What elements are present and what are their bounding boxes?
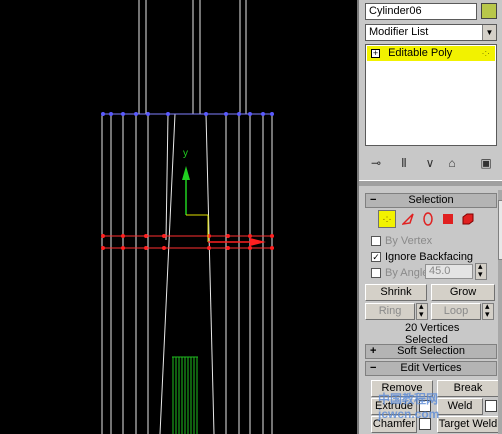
chamfer-settings-icon[interactable] [419,418,431,430]
expand-icon: + [370,345,377,357]
green-mesh [172,356,198,434]
wireframe-scene [101,0,274,434]
border-mode-button[interactable] [419,210,437,228]
loop-button[interactable]: Loop [431,303,481,320]
stack-toolbar: ⊸ Ⅱ ∨ ⌂ ▣ [365,154,497,172]
checkbox-box [371,236,381,247]
divider [359,180,502,186]
checkmark-icon: ✓ [371,252,381,263]
show-end-result-icon[interactable]: Ⅱ [395,154,413,172]
angle-spinner[interactable] [475,261,487,280]
selection-rollout-header[interactable]: − Selection [365,193,497,208]
extrude-button[interactable]: Extrude [371,398,417,415]
move-gizmo [182,166,266,246]
viewport[interactable]: y [0,0,357,434]
remove-button[interactable]: Remove [371,380,433,397]
chamfer-button[interactable]: Chamfer [371,416,417,433]
polygon-mode-button[interactable] [439,210,457,228]
edit-vertices-title: Edit Vertices [400,362,462,374]
pin-stack-icon[interactable]: ⊸ [367,154,385,172]
extrude-settings-icon[interactable] [419,400,431,412]
stack-item-editable-poly[interactable]: + Editable Poly ·:· [367,46,495,61]
element-icon [462,213,474,225]
modifier-stack[interactable]: + Editable Poly ·:· [365,44,497,146]
ring-button[interactable]: Ring [365,303,415,320]
selection-status: 20 Vertices Selected [405,322,460,346]
edge-mode-button[interactable] [399,210,417,228]
object-color-swatch[interactable] [481,3,497,19]
make-unique-icon[interactable]: ∨ [421,154,439,172]
element-mode-button[interactable] [459,210,477,228]
ring-spinner[interactable] [416,301,428,320]
grow-button[interactable]: Grow [431,284,495,301]
selection-rollout-title: Selection [408,194,454,206]
by-vertex-checkbox[interactable]: By Vertex [371,234,432,248]
cylinder-wireframe [101,0,273,434]
soft-selection-rollout-header[interactable]: + Soft Selection [365,344,497,359]
command-panel: Cylinder06 Modifier List ▼ + Editable Po… [357,0,502,434]
soft-selection-title: Soft Selection [397,345,465,357]
angle-input[interactable]: 45.0 [425,264,473,279]
collapse-icon: − [370,194,377,206]
modifier-list-label: Modifier List [369,26,429,38]
polygon-icon [443,214,453,224]
vertex-icon: ·:· [382,213,392,225]
remove-modifier-icon[interactable]: ⌂ [443,154,461,172]
ignore-backfacing-checkbox[interactable]: ✓ Ignore Backfacing [371,250,473,264]
edge-icon [402,213,414,225]
ignore-backfacing-label: Ignore Backfacing [385,251,474,263]
scrollbar-thumb[interactable] [498,200,502,260]
expand-icon[interactable]: + [371,48,380,58]
weld-settings-icon[interactable] [485,400,497,412]
vertex-mode-button[interactable]: ·:· [378,210,396,228]
sub-object-dots-icon: ·:· [481,48,491,58]
gizmo-y-label: y [183,148,188,159]
checkbox-box [371,268,381,279]
shrink-button[interactable]: Shrink [365,284,427,301]
configure-modifier-sets-icon[interactable]: ▣ [477,154,495,172]
chevron-down-icon[interactable]: ▼ [482,25,496,40]
edit-vertices-rollout-header[interactable]: − Edit Vertices [365,361,497,376]
modifier-list-dropdown[interactable]: Modifier List ▼ [365,24,497,41]
panel-scrollbar[interactable] [498,190,502,434]
collapse-icon: − [370,362,377,374]
by-angle-checkbox[interactable]: By Angle: [371,266,431,280]
target-weld-button[interactable]: Target Weld [437,416,499,433]
break-button[interactable]: Break [437,380,499,397]
weld-button[interactable]: Weld [437,398,483,415]
border-icon [423,212,433,226]
stack-item-label: Editable Poly [388,47,453,59]
by-vertex-label: By Vertex [385,235,433,247]
object-name-field[interactable]: Cylinder06 [365,3,477,20]
loop-spinner[interactable] [482,301,494,320]
